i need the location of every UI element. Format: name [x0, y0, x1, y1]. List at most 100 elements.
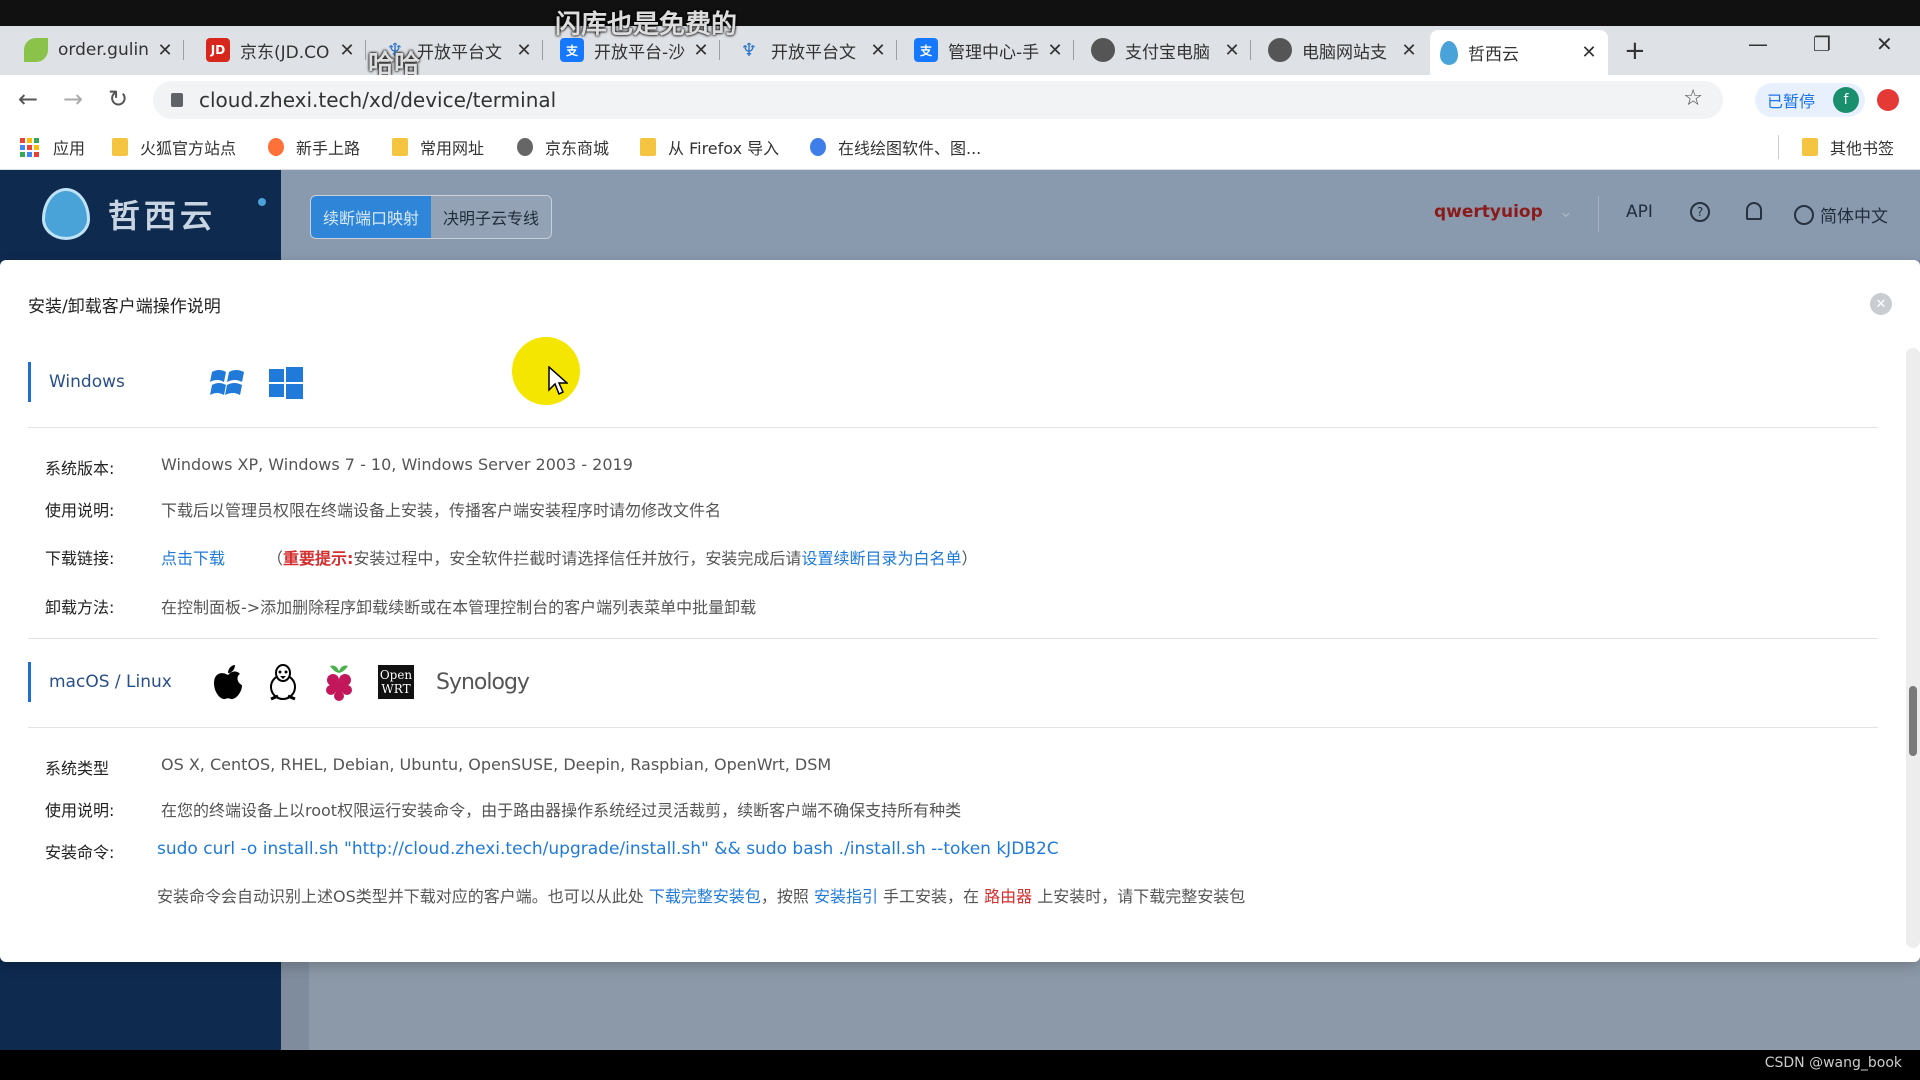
tab-alipay-pc[interactable]: 支付宝电脑 ✕: [1081, 30, 1251, 70]
browser-tab-bar: order.gulin ✕ JD 京东(JD.CO ✕ ♆ 开放平台文 ✕ 支 …: [0, 0, 1920, 75]
tab-title: 管理中心-手: [948, 42, 1040, 63]
note-text: 手工安装，在: [877, 887, 985, 906]
tab-zhexi-cloud[interactable]: 哲西云 ✕: [1430, 30, 1608, 75]
extension-icon[interactable]: [1877, 89, 1899, 111]
note-text: 上安装时，请下载完整安装包: [1032, 887, 1246, 906]
install-guide-link[interactable]: 安装指引: [814, 887, 878, 906]
bookmark-apps[interactable]: 应用: [20, 135, 85, 159]
unix-os-icons: Open WRT Synology: [212, 662, 530, 702]
back-icon[interactable]: ←: [18, 85, 38, 113]
tab-close-icon[interactable]: ✕: [869, 40, 887, 61]
tab-close-icon[interactable]: ✕: [338, 40, 356, 61]
bookmarks-bar: 应用 火狐官方站点 新手上路 常用网址 京东商城 从 Firefox 导入 在线…: [0, 125, 1920, 170]
tab-order-gulin[interactable]: order.gulin ✕: [14, 30, 184, 70]
tab-close-icon[interactable]: ✕: [1400, 40, 1418, 61]
mouse-pointer-icon: [548, 366, 568, 396]
install-instructions-dialog: 安装/卸载客户端操作说明 ✕ Windows 系统版本: Windows XP,…: [0, 260, 1920, 962]
avatar: f: [1833, 87, 1859, 113]
reload-icon[interactable]: ↻: [108, 85, 128, 113]
field-label: 系统类型: [45, 759, 110, 778]
bookmark-jd-mall[interactable]: 京东商城: [517, 135, 609, 159]
zhexi-drop-icon: [1440, 40, 1458, 65]
globe-icon: [1091, 38, 1115, 62]
api-link[interactable]: API: [1626, 202, 1653, 222]
cursor-highlight: [512, 337, 580, 405]
screen-top-strip: [0, 0, 1920, 26]
section-unix-heading: macOS / Linux: [28, 662, 172, 702]
whitelist-link[interactable]: 设置续断目录为白名单: [801, 545, 961, 569]
bookmark-firefox-official[interactable]: 火狐官方站点: [112, 135, 236, 159]
tab-management-center[interactable]: 支 管理中心-手 ✕: [904, 30, 1074, 70]
bookmark-label: 新手上路: [296, 139, 361, 158]
logo-text: 哲西云: [108, 197, 217, 235]
bell-icon[interactable]: [1746, 202, 1762, 220]
tab-jd[interactable]: JD 京东(JD.CO ✕: [196, 30, 366, 70]
field-label: 卸载方法:: [45, 598, 115, 617]
restore-icon[interactable]: ❐: [1813, 32, 1831, 56]
new-tab-icon[interactable]: +: [1624, 36, 1646, 66]
field-value: Windows XP, Windows 7 - 10, Windows Serv…: [161, 455, 633, 474]
bookmark-star-icon[interactable]: ☆: [1683, 86, 1703, 111]
synology-icon: Synology: [436, 669, 530, 695]
brand-logo[interactable]: 哲西云: [42, 188, 266, 240]
background-content-card: [309, 950, 1920, 1050]
bookmark-online-drawing[interactable]: 在线绘图软件、图...: [810, 135, 981, 159]
tab-pc-website-pay[interactable]: 电脑网站支 ✕: [1258, 30, 1428, 70]
windows-10-icon: [269, 367, 303, 399]
forward-icon[interactable]: →: [63, 85, 83, 113]
full-package-link[interactable]: 下载完整安装包: [649, 887, 761, 906]
user-menu[interactable]: qwertyuiop: [1434, 202, 1573, 222]
bottom-bar: [0, 1050, 1920, 1080]
tab-close-icon[interactable]: ✕: [1223, 40, 1241, 61]
bookmark-other[interactable]: 其他书签: [1802, 135, 1894, 159]
windows-uninstall-row: 卸载方法: 在控制面板->添加删除程序卸载续断或在本管理控制台的客户端列表菜单中…: [45, 594, 756, 618]
globe-icon: [1268, 38, 1292, 62]
bookmark-label: 从 Firefox 导入: [668, 139, 780, 158]
divider: [28, 727, 1878, 728]
tip-close: ）: [961, 549, 978, 568]
tab-close-icon[interactable]: ✕: [515, 40, 533, 61]
tip-open: （: [267, 549, 284, 568]
help-icon[interactable]: ?: [1690, 202, 1710, 222]
segment-port-mapping[interactable]: 续断端口映射: [311, 196, 432, 238]
language-switch[interactable]: 简体中文: [1794, 202, 1888, 227]
bookmark-common-sites[interactable]: 常用网址: [392, 135, 484, 159]
divider: [28, 638, 1878, 639]
profile-paused-button[interactable]: 已暂停 f: [1755, 83, 1865, 117]
install-command[interactable]: sudo curl -o install.sh "http://cloud.zh…: [157, 839, 1059, 863]
url-input[interactable]: cloud.zhexi.tech/xd/device/terminal ☆: [153, 81, 1723, 119]
tab-title: 开放平台文: [771, 42, 856, 63]
folder-icon: [640, 138, 656, 156]
divider: [28, 427, 1878, 428]
windows-download-row: 下载链接: 点击下载 （ 重要提示: 安装过程中，安全软件拦截时请选择信任并放行…: [45, 545, 977, 569]
dialog-title: 安装/卸载客户端操作说明: [28, 297, 221, 317]
tab-close-icon[interactable]: ✕: [692, 40, 710, 61]
unix-command-row: 安装命令: sudo curl -o install.sh "http://cl…: [45, 839, 1059, 863]
bookmark-label: 京东商城: [545, 139, 610, 158]
bookmark-label: 其他书签: [1830, 139, 1895, 158]
close-icon[interactable]: ✕: [1870, 293, 1892, 315]
zhexi-logo-icon: [42, 188, 90, 240]
tab-title: 电脑网站支: [1302, 42, 1387, 63]
bookmark-firefox-import[interactable]: 从 Firefox 导入: [640, 135, 779, 159]
openwrt-text: WRT: [381, 682, 411, 696]
field-value: OS X, CentOS, RHEL, Debian, Ubuntu, Open…: [161, 755, 832, 774]
tab-open-platform-docs-2[interactable]: ♆ 开放平台文 ✕: [727, 30, 897, 70]
tab-close-icon[interactable]: ✕: [1046, 40, 1064, 61]
tab-close-icon[interactable]: ✕: [1580, 42, 1598, 63]
dialog-scrollbar[interactable]: [1906, 348, 1920, 948]
ant-icon: ♆: [740, 39, 758, 61]
segment-cloud-line[interactable]: 决明子云专线: [431, 196, 552, 238]
bookmark-getting-started[interactable]: 新手上路: [268, 135, 360, 159]
minimize-icon[interactable]: —: [1748, 32, 1768, 56]
close-window-icon[interactable]: ✕: [1876, 32, 1893, 56]
raspberry-pi-icon: [326, 665, 352, 701]
logo-dot: [258, 198, 266, 206]
download-link[interactable]: 点击下载: [161, 545, 267, 569]
folder-icon: [1802, 138, 1818, 156]
bookmark-label: 在线绘图软件、图...: [838, 139, 982, 158]
tab-close-icon[interactable]: ✕: [156, 40, 174, 61]
paused-label: 已暂停: [1767, 92, 1816, 111]
folder-icon: [112, 138, 128, 156]
address-toolbar: ← → ↻ cloud.zhexi.tech/xd/device/termina…: [0, 75, 1920, 125]
